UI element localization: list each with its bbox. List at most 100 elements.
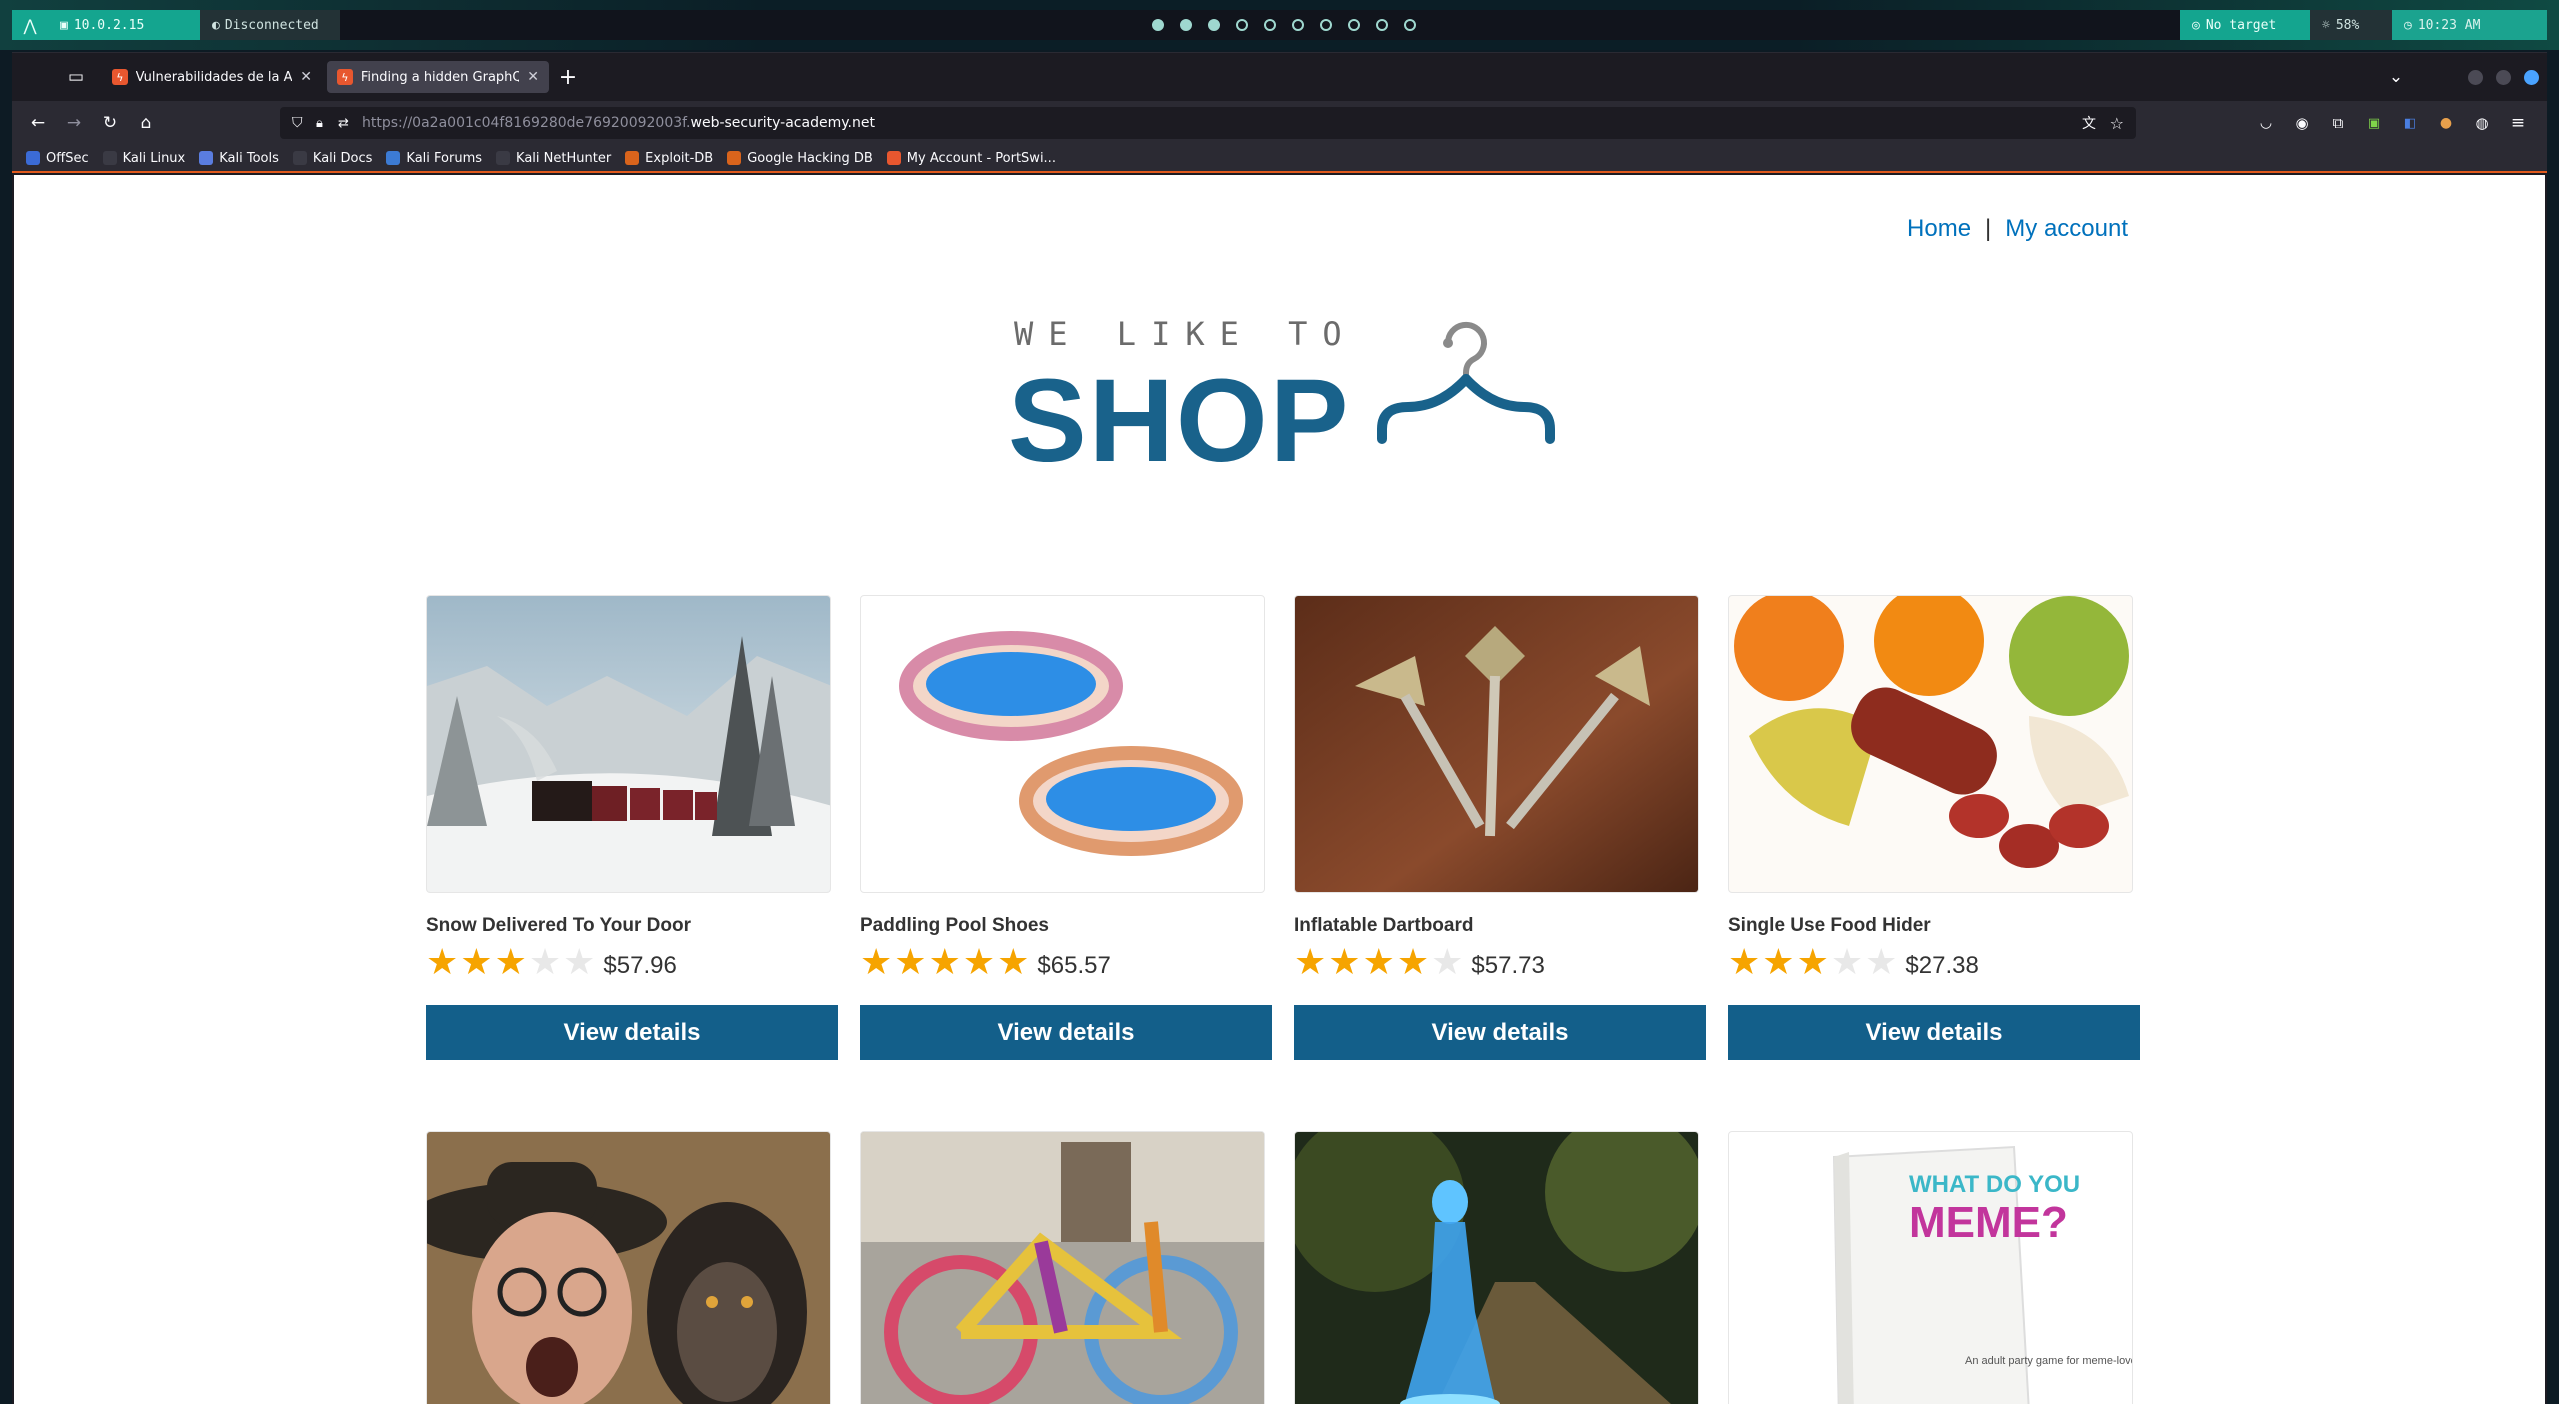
exploit-db-icon [625, 151, 640, 165]
product-image-meme-game[interactable]: WHAT DO YOU MEME? An adult party game fo… [1728, 1131, 2133, 1404]
ghdb-icon [727, 151, 742, 165]
product-card [860, 1131, 1272, 1404]
product-price: $57.73 [1471, 952, 1545, 979]
vpn-status: Disconnected [224, 17, 319, 33]
product-card [426, 1131, 838, 1404]
product-image-snow-train[interactable] [426, 595, 831, 893]
workspace-6-icon[interactable] [1292, 19, 1304, 31]
bookmark-kali-linux[interactable]: Kali Linux [102, 151, 185, 166]
product-image-paddling-pools[interactable] [860, 595, 1265, 893]
home-link[interactable]: Home [1907, 215, 1971, 242]
product-image-darts[interactable] [1294, 595, 1699, 893]
product-image-man-and-monkey[interactable] [426, 1131, 831, 1404]
bookmarks-toolbar: OffSec Kali Linux Kali Tools Kali Docs K… [12, 145, 2547, 173]
my-account-link[interactable]: My account [2005, 215, 2128, 242]
workspace-10-icon[interactable] [1404, 19, 1416, 31]
star-icon: ★ [860, 942, 893, 983]
product-card: Inflatable Dartboard ★ ★ ★ ★ ★ $57.73 View d… [1294, 595, 1706, 1060]
hanger-icon [1377, 321, 1555, 444]
tab-finding-graphql[interactable]: ϟ Finding a hidden GraphQL ✕ [327, 61, 549, 93]
offsec-icon [26, 151, 40, 165]
product-image-knitted-bike[interactable] [860, 1131, 1265, 1404]
kali-dragon-icon [496, 151, 511, 165]
bookmark-exploit-db[interactable]: Exploit-DB [625, 151, 713, 166]
workspace-3-icon[interactable] [1208, 19, 1220, 31]
bookmark-my-account[interactable]: My Account - PortSwi... [886, 150, 1056, 166]
workspace-4-icon[interactable] [1236, 19, 1248, 31]
view-details-button[interactable]: View details [1294, 1005, 1706, 1060]
forward-icon[interactable]: → [62, 111, 86, 135]
logo-tagline: WE LIKE TO [1014, 315, 1357, 353]
tab-overview-icon[interactable]: ▭ [64, 65, 88, 89]
battery-indicator: ☼ 58% [2310, 10, 2392, 40]
close-window-icon[interactable] [2524, 70, 2539, 85]
url-bar[interactable]: ⛉ 🔒︎ ⇄ https://0a2a001c04f8169280de76920… [280, 107, 2136, 139]
product-rating: ★ ★ ★ ★ ★ $57.73 [1294, 945, 1545, 981]
bookmark-kali-docs[interactable]: Kali Docs [292, 151, 372, 166]
bookmark-google-hacking-db[interactable]: Google Hacking DB [727, 151, 873, 166]
star-icon: ★ [494, 942, 527, 983]
view-details-button[interactable]: View details [1728, 1005, 2140, 1060]
bookmark-label: OffSec [46, 150, 89, 166]
workspace-switcher[interactable] [1152, 10, 1416, 40]
star-empty-icon: ★ [563, 942, 596, 983]
browser-window: ▭ ϟ Vulnerabilidades de la API ✕ ϟ Findi… [12, 52, 2547, 1404]
logo-title: SHOP [1008, 355, 1351, 487]
bookmark-star-icon[interactable]: ☆ [2110, 114, 2124, 133]
view-details-button[interactable]: View details [426, 1005, 838, 1060]
bookmark-offsec[interactable]: OffSec [26, 151, 89, 166]
product-image-hologram-woman[interactable] [1294, 1131, 1699, 1404]
workspace-9-icon[interactable] [1376, 19, 1388, 31]
product-price: $57.96 [603, 952, 677, 979]
cookie-editor-icon[interactable]: ● [2434, 111, 2458, 135]
home-icon[interactable]: ⌂ [134, 111, 158, 135]
menu-icon[interactable]: ≡ [2506, 111, 2530, 135]
workspace-2-icon[interactable] [1180, 19, 1192, 31]
close-tab-icon[interactable]: ✕ [527, 69, 539, 85]
tab-title: Vulnerabilidades de la API [135, 69, 293, 85]
tab-bar: ▭ ϟ Vulnerabilidades de la API ✕ ϟ Findi… [12, 53, 2547, 101]
addon-icon[interactable]: ◍ [2470, 111, 2494, 135]
star-icon: ★ [426, 942, 459, 983]
close-tab-icon[interactable]: ✕ [300, 69, 312, 85]
bookmark-kali-tools[interactable]: Kali Tools [199, 151, 279, 166]
reload-icon[interactable]: ↻ [98, 111, 122, 135]
foxyproxy-icon[interactable]: ▣ [2362, 111, 2386, 135]
extensions-icon[interactable]: ⧉ [2326, 111, 2350, 135]
kali-menu-icon[interactable]: ⋀ [12, 10, 48, 40]
workspace-8-icon[interactable] [1348, 19, 1360, 31]
tab-vulnerabilidades[interactable]: ϟ Vulnerabilidades de la API ✕ [102, 61, 322, 93]
translate-icon[interactable]: 文 [2082, 113, 2096, 133]
wappalyzer-icon[interactable]: ◧ [2398, 111, 2422, 135]
star-icon: ★ [1762, 942, 1795, 983]
new-tab-icon[interactable]: + [556, 65, 580, 90]
star-empty-icon: ★ [528, 942, 562, 983]
bookmark-kali-nethunter[interactable]: Kali NetHunter [496, 151, 611, 166]
workspace-7-icon[interactable] [1320, 19, 1332, 31]
pocket-icon[interactable]: ◡ [2254, 111, 2278, 135]
maximize-icon[interactable] [2496, 70, 2511, 85]
back-icon[interactable]: ← [26, 111, 50, 135]
view-details-button[interactable]: View details [860, 1005, 1272, 1060]
kali-tools-icon [199, 151, 214, 165]
vpn-indicator: ◐ Disconnected [200, 10, 340, 40]
product-card: Single Use Food Hider ★ ★ ★ ★ ★ $27.38 View … [1728, 595, 2140, 1060]
meme-box-line1: WHAT DO YOU [1909, 1171, 2080, 1198]
workspace-1-icon[interactable] [1152, 19, 1164, 31]
bookmark-kali-forums[interactable]: Kali Forums [386, 151, 482, 166]
clock-time: 10:23 AM [2417, 17, 2481, 33]
clock-icon: ◷ [2404, 17, 2412, 33]
workspace-5-icon[interactable] [1264, 19, 1276, 31]
lock-icon[interactable]: 🔒︎ [316, 116, 323, 131]
account-icon[interactable]: ◉ [2290, 111, 2314, 135]
bookmark-label: My Account - PortSwi... [906, 150, 1056, 166]
tracking-shield-icon[interactable]: ⛉ [292, 115, 303, 131]
product-card: Snow Delivered To Your Door ★ ★ ★ ★ ★ $57.96… [426, 595, 838, 1060]
product-image-food-hider[interactable] [1728, 595, 2133, 893]
star-icon: ★ [1362, 942, 1395, 983]
list-tabs-icon[interactable]: ⌄ [2384, 65, 2408, 89]
minimize-icon[interactable] [2468, 70, 2483, 85]
product-card: Paddling Pool Shoes ★ ★ ★ ★ ★ $65.57 View de… [860, 595, 1272, 1060]
permissions-icon[interactable]: ⇄ [338, 116, 349, 131]
network-icon: ▣ [60, 17, 68, 33]
